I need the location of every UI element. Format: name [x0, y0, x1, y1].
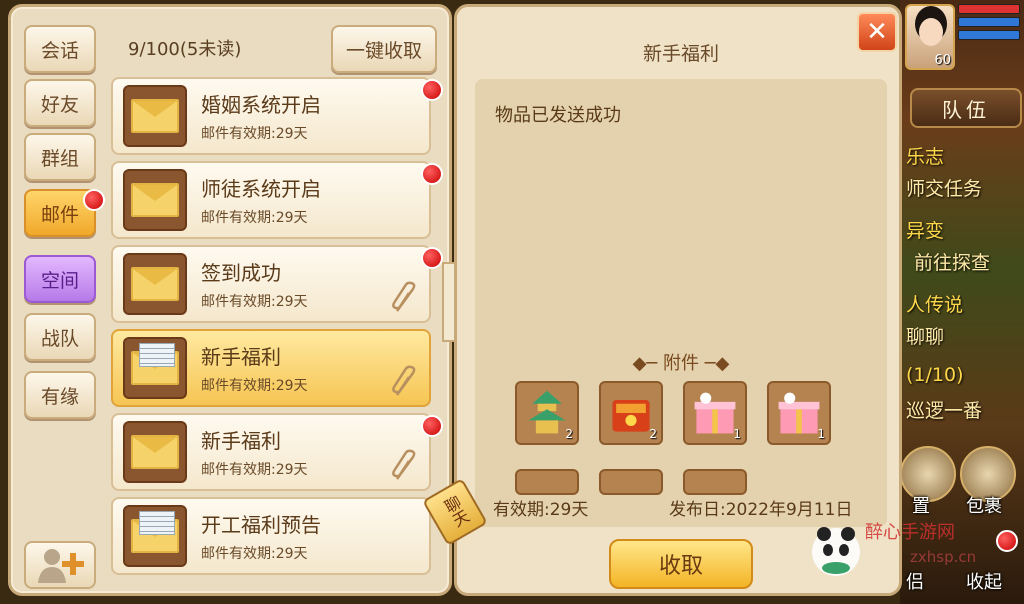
item-quantity: 1: [733, 427, 741, 441]
quest-line-8[interactable]: 巡逻一番: [906, 396, 982, 423]
open-envelope-icon: [131, 343, 179, 385]
mail-icon-box: [123, 253, 187, 315]
mail-title: 开工福利预告: [201, 513, 321, 537]
status-bars: [958, 4, 1020, 44]
mail-title: 师徒系统开启: [201, 177, 321, 201]
quest-line-1[interactable]: 乐志: [906, 142, 944, 169]
social-panel: 会话 好友 群组 邮件 空间 战队 有缘 9/100(5未读) 一键收取 婚姻系…: [8, 4, 452, 596]
list-item[interactable]: 师徒系统开启 邮件有效期:29天: [111, 161, 431, 239]
tab-friends[interactable]: 好友: [24, 79, 96, 127]
attachment-slot-partial[interactable]: [683, 469, 747, 495]
mail-icon-box: [123, 85, 187, 147]
list-item[interactable]: 签到成功 邮件有效期:29天: [111, 245, 431, 323]
mail-icon-box: [123, 421, 187, 483]
unread-dot: [421, 79, 443, 101]
tab-chat[interactable]: 会话: [24, 25, 96, 73]
add-person-icon: [38, 549, 84, 583]
envelope-icon: [131, 183, 179, 217]
tab-fate[interactable]: 有缘: [24, 371, 96, 419]
mail-icon-box: [123, 505, 187, 567]
bag-label: 包裹: [966, 496, 1002, 517]
attachment-slot-partial[interactable]: [515, 469, 579, 495]
list-item[interactable]: 新手福利 邮件有效期:29天: [111, 329, 431, 407]
watermark-text: 醉心手游网: [865, 522, 955, 543]
close-button[interactable]: ✕: [857, 12, 897, 52]
envelope-icon: [131, 435, 179, 469]
mail-expire: 邮件有效期:29天: [201, 294, 308, 310]
mail-list[interactable]: 婚姻系统开启 邮件有效期:29天 师徒系统开启 邮件有效期:29天 签到成功 邮…: [111, 75, 439, 587]
team-button[interactable]: 队伍: [910, 88, 1022, 128]
list-item[interactable]: 新手福利 邮件有效期:29天: [111, 413, 431, 491]
quest-line-2[interactable]: 师交任务: [906, 174, 982, 201]
mail-body: 物品已发送成功: [495, 105, 621, 126]
mail-expire: 邮件有效期:29天: [201, 378, 308, 394]
validity-text: 有效期:29天: [493, 500, 589, 520]
attachment-slot[interactable]: 1: [767, 381, 831, 445]
mail-content: 物品已发送成功 ◆─ 附件 ─◆ 2 2 1 1: [475, 79, 887, 527]
tab-space[interactable]: 空间: [24, 255, 96, 303]
item-quantity: 2: [649, 427, 657, 441]
attachment-heading: ◆─ 附件 ─◆: [632, 353, 730, 374]
exp-bar: [958, 30, 1020, 40]
player-avatar[interactable]: 60: [905, 4, 955, 70]
mail-expire: 邮件有效期:29天: [201, 210, 308, 226]
list-item[interactable]: 开工福利预告 邮件有效期:29天: [111, 497, 431, 575]
mail-expire: 邮件有效期:29天: [201, 126, 308, 142]
mail-tab-unread-dot: [83, 189, 105, 211]
mail-icon-box: [123, 337, 187, 399]
mail-detail-panel: 新手福利 ✕ 物品已发送成功 ◆─ 附件 ─◆ 2 2 1 1 有效期:29天 …: [454, 4, 902, 596]
envelope-icon: [131, 267, 179, 301]
mail-title: 新手福利: [201, 429, 281, 453]
collapse-hud-label[interactable]: 收起: [966, 568, 1002, 594]
mail-expire: 邮件有效期:29天: [201, 462, 308, 478]
collect-button[interactable]: 收取: [609, 539, 753, 589]
collect-all-button[interactable]: 一键收取: [331, 25, 437, 73]
add-friend-button[interactable]: [24, 541, 96, 589]
mail-detail-title: 新手福利: [642, 43, 719, 65]
hp-bar: [958, 4, 1020, 14]
quest-line-5[interactable]: 人传说: [906, 290, 963, 317]
attachment-slot-partial[interactable]: [599, 469, 663, 495]
unread-dot: [421, 247, 443, 269]
list-item[interactable]: 婚姻系统开启 邮件有效期:29天: [111, 77, 431, 155]
quest-line-4[interactable]: 前往探查: [914, 248, 990, 275]
attachment-slot[interactable]: 2: [515, 381, 579, 445]
quest-line-3[interactable]: 异变: [906, 216, 944, 243]
mail-icon-box: [123, 169, 187, 231]
watermark-url: zxhsp.cn: [910, 548, 977, 566]
mail-count: 9/100(5未读): [128, 39, 242, 60]
envelope-icon: [131, 99, 179, 133]
mp-bar: [958, 17, 1020, 27]
unread-dot: [421, 163, 443, 185]
tab-team[interactable]: 战队: [24, 313, 96, 361]
avatar-face: [919, 18, 943, 46]
attachment-label: 附件: [663, 353, 699, 374]
paperclip-icon: [392, 281, 416, 312]
mail-title: 签到成功: [201, 261, 281, 285]
attachment-slot[interactable]: 1: [683, 381, 747, 445]
quest-line-6[interactable]: 聊聊: [906, 322, 944, 349]
item-quantity: 2: [565, 427, 573, 441]
paperclip-icon: [392, 449, 416, 480]
hud-notification-dot: [996, 530, 1018, 552]
mail-title: 新手福利: [201, 345, 281, 369]
paperclip-icon: [392, 365, 416, 396]
tab-groups[interactable]: 群组: [24, 133, 96, 181]
quest-line-7[interactable]: (1/10): [906, 364, 964, 386]
open-envelope-icon: [131, 511, 179, 553]
item-quantity: 1: [817, 427, 825, 441]
player-level: 60: [934, 53, 951, 68]
mail-expire: 邮件有效期:29天: [201, 546, 308, 562]
attachment-slot[interactable]: 2: [599, 381, 663, 445]
unread-dot: [421, 415, 443, 437]
mail-title: 婚姻系统开启: [201, 93, 321, 117]
